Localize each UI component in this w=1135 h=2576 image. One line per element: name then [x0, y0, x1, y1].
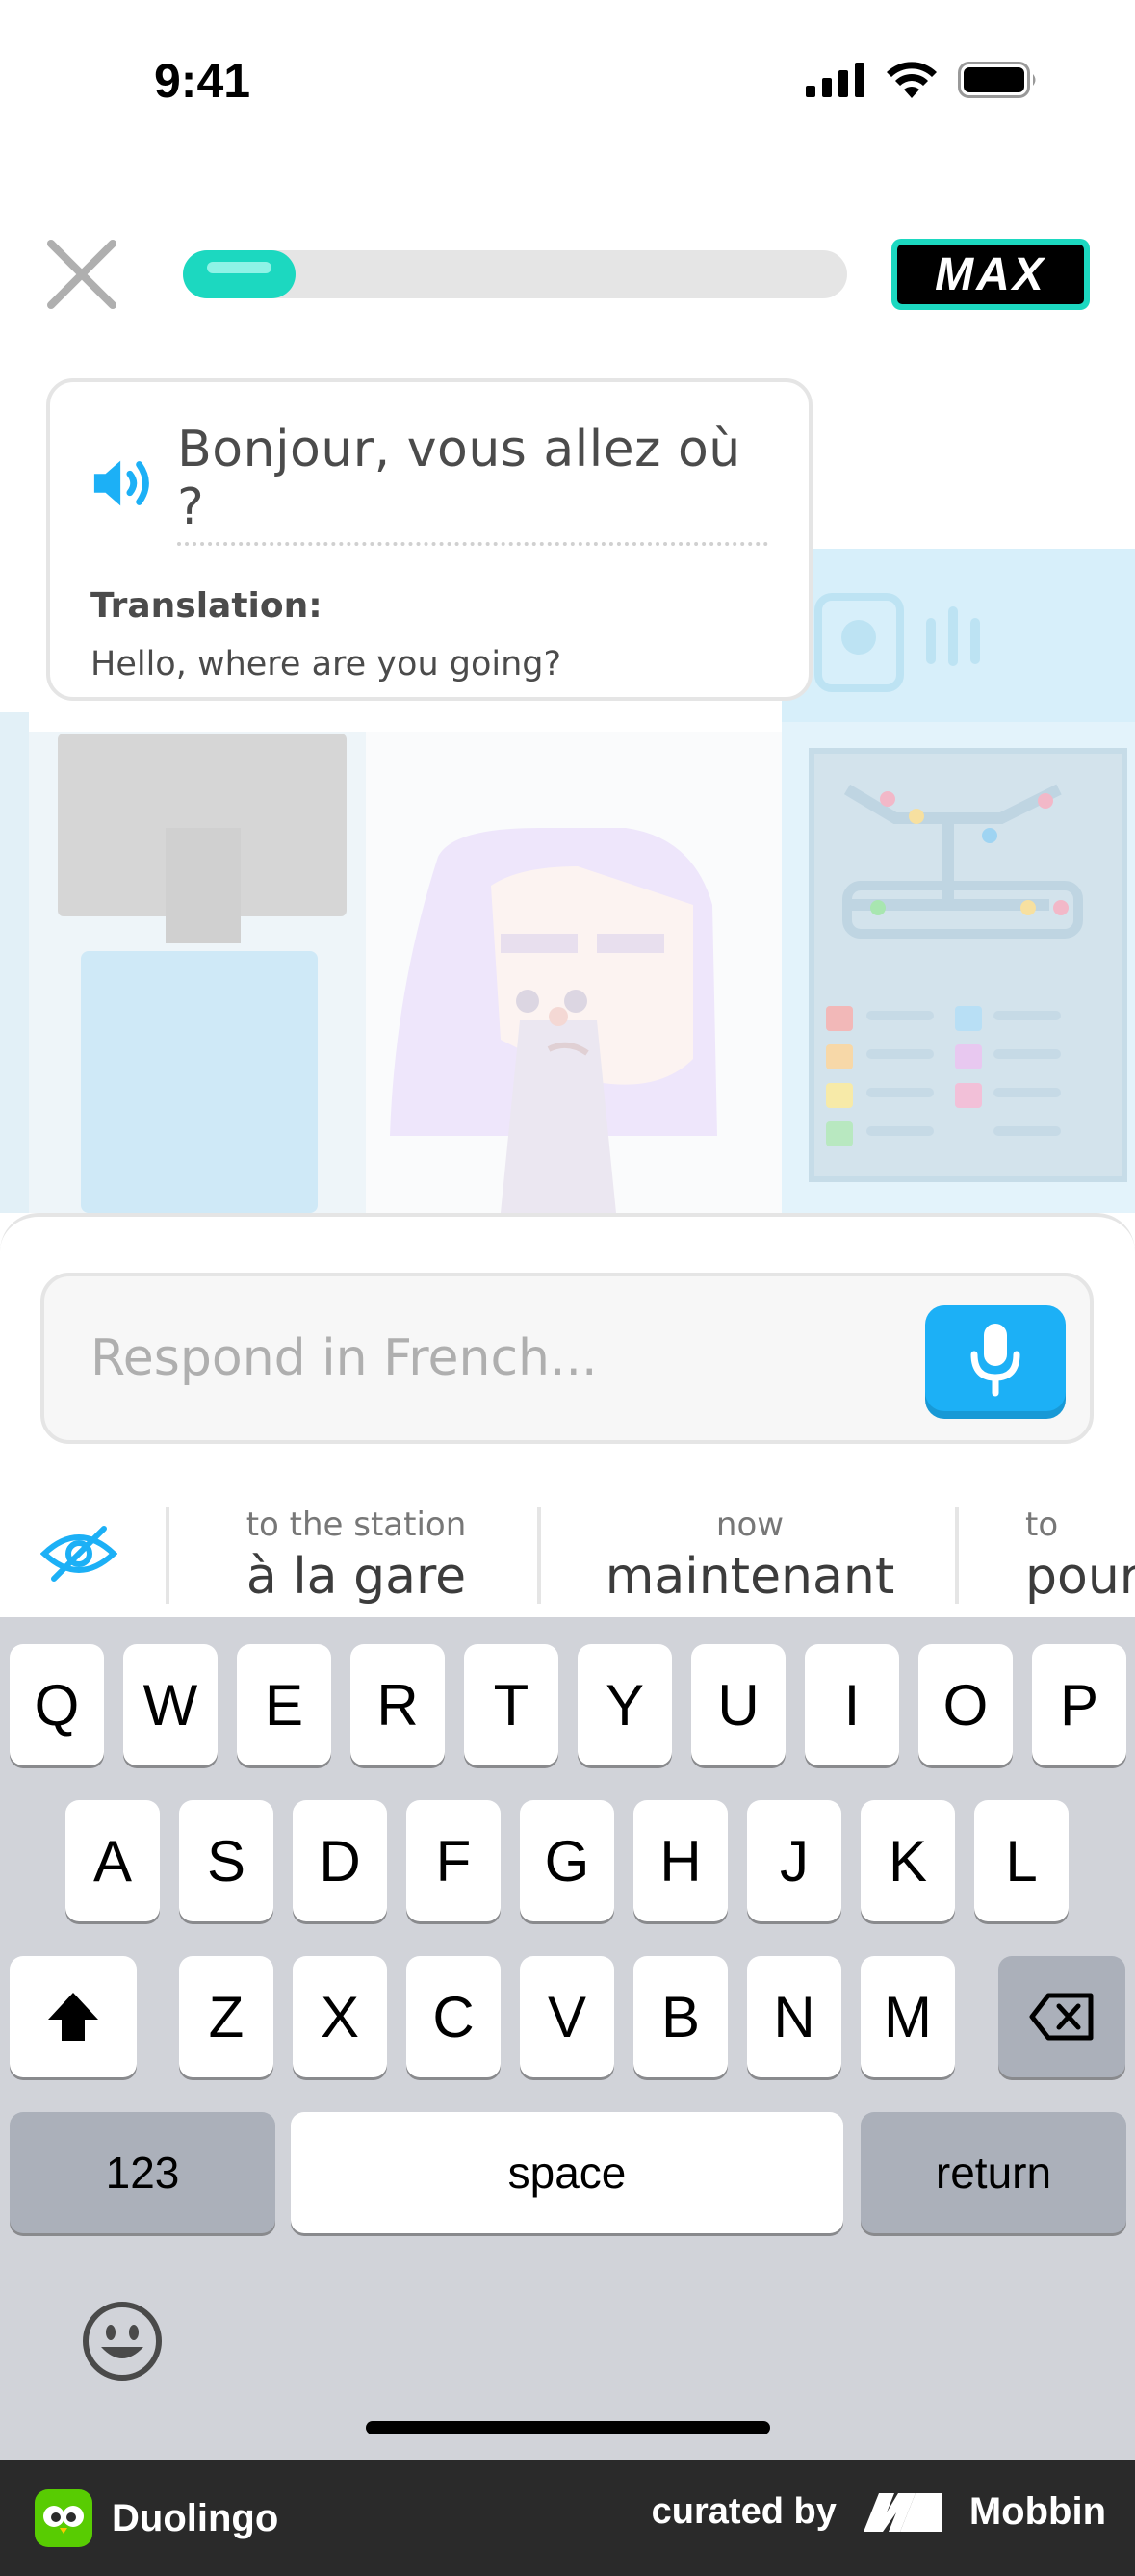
max-badge[interactable]: MAX: [891, 239, 1090, 310]
key-o[interactable]: O: [918, 1644, 1013, 1765]
emoji-icon[interactable]: [82, 2301, 163, 2382]
key-s[interactable]: S: [179, 1800, 273, 1921]
key-k[interactable]: K: [861, 1800, 955, 1921]
footer-app: Duolingo: [35, 2489, 278, 2547]
key-v[interactable]: V: [520, 1956, 614, 2077]
status-icons: [806, 62, 1039, 98]
speaker-icon[interactable]: [90, 456, 156, 510]
lesson-progress-bar: [183, 250, 847, 298]
return-key[interactable]: return: [861, 2112, 1126, 2233]
key-w[interactable]: W: [123, 1644, 218, 1765]
shift-key[interactable]: [10, 1956, 137, 2077]
hint-translation: to: [1025, 1506, 1059, 1544]
key-x[interactable]: X: [293, 1956, 387, 2077]
hint-translation: now: [715, 1506, 785, 1544]
shift-arrow-icon: [48, 1993, 98, 2041]
hint-divider: [166, 1507, 169, 1604]
close-icon[interactable]: [43, 236, 120, 313]
key-t[interactable]: T: [464, 1644, 558, 1765]
translation-label: Translation:: [90, 586, 322, 626]
mobbin-logo-icon: [863, 2493, 942, 2532]
key-r[interactable]: R: [350, 1644, 445, 1765]
key-y[interactable]: Y: [578, 1644, 672, 1765]
key-a[interactable]: A: [65, 1800, 160, 1921]
response-input-box: [40, 1273, 1094, 1444]
hint-chip-3[interactable]: to pour: [1025, 1506, 1135, 1606]
key-e[interactable]: E: [237, 1644, 331, 1765]
key-z[interactable]: Z: [179, 1956, 273, 2077]
response-input[interactable]: [90, 1325, 909, 1392]
home-indicator[interactable]: [366, 2421, 770, 2434]
key-u[interactable]: U: [691, 1644, 786, 1765]
lesson-progress-fill: [183, 250, 297, 298]
key-i[interactable]: I: [805, 1644, 899, 1765]
prompt-phrase[interactable]: Bonjour, vous allez où ?: [177, 421, 768, 546]
hint-chip-1[interactable]: to the station à la gare: [173, 1506, 539, 1606]
footer-credit: curated by Mobbin: [652, 2489, 1106, 2534]
hint-chip-2[interactable]: now maintenant: [545, 1506, 955, 1606]
key-q[interactable]: Q: [10, 1644, 104, 1765]
status-time: 9:41: [154, 54, 251, 108]
lesson-progress-shine: [207, 262, 272, 273]
curated-by-text: curated by: [651, 2490, 837, 2532]
hint-french: à la gare: [245, 1548, 467, 1606]
speech-bubble: Bonjour, vous allez où ? Translation: He…: [46, 378, 813, 701]
key-f[interactable]: F: [406, 1800, 501, 1921]
wifi-icon: [887, 62, 937, 98]
word-hints: to the station à la gare now maintenant …: [0, 1477, 1135, 1621]
battery-icon: [958, 62, 1036, 98]
backspace-icon: [1029, 1993, 1094, 2041]
duolingo-owl-icon: [35, 2489, 92, 2547]
microphone-icon: [970, 1324, 1020, 1397]
cellular-signal-icon: [806, 63, 864, 97]
backspace-key[interactable]: [998, 1956, 1125, 2077]
microphone-button[interactable]: [925, 1305, 1066, 1411]
key-b[interactable]: B: [633, 1956, 728, 2077]
key-h[interactable]: H: [633, 1800, 728, 1921]
key-p[interactable]: P: [1032, 1644, 1126, 1765]
hint-divider: [537, 1507, 541, 1604]
key-g[interactable]: G: [520, 1800, 614, 1921]
footer-bar: Duolingo curated by Mobbin: [0, 2460, 1135, 2576]
space-key[interactable]: space: [291, 2112, 843, 2233]
keyboard: Q W E R T Y U I O P A S D F G H J K L Z …: [0, 1617, 1135, 2460]
key-c[interactable]: C: [406, 1956, 501, 2077]
key-j[interactable]: J: [747, 1800, 841, 1921]
response-sheet: to the station à la gare now maintenant …: [0, 1213, 1135, 1617]
footer-app-name: Duolingo: [112, 2496, 279, 2539]
hint-french: pour: [1025, 1548, 1135, 1606]
max-badge-label: MAX: [897, 245, 1084, 304]
status-bar: 9:41: [0, 0, 1135, 164]
mobbin-brand: Mobbin: [968, 2489, 1106, 2533]
key-l[interactable]: L: [974, 1800, 1069, 1921]
key-n[interactable]: N: [747, 1956, 841, 2077]
key-m[interactable]: M: [861, 1956, 955, 2077]
hint-translation: to the station: [245, 1506, 467, 1544]
hide-hints-eye-icon[interactable]: [39, 1525, 118, 1583]
key-d[interactable]: D: [293, 1800, 387, 1921]
hint-french: maintenant: [605, 1548, 895, 1606]
numbers-key[interactable]: 123: [10, 2112, 275, 2233]
translation-text: Hello, where are you going?: [90, 645, 562, 683]
hint-divider: [955, 1507, 959, 1604]
